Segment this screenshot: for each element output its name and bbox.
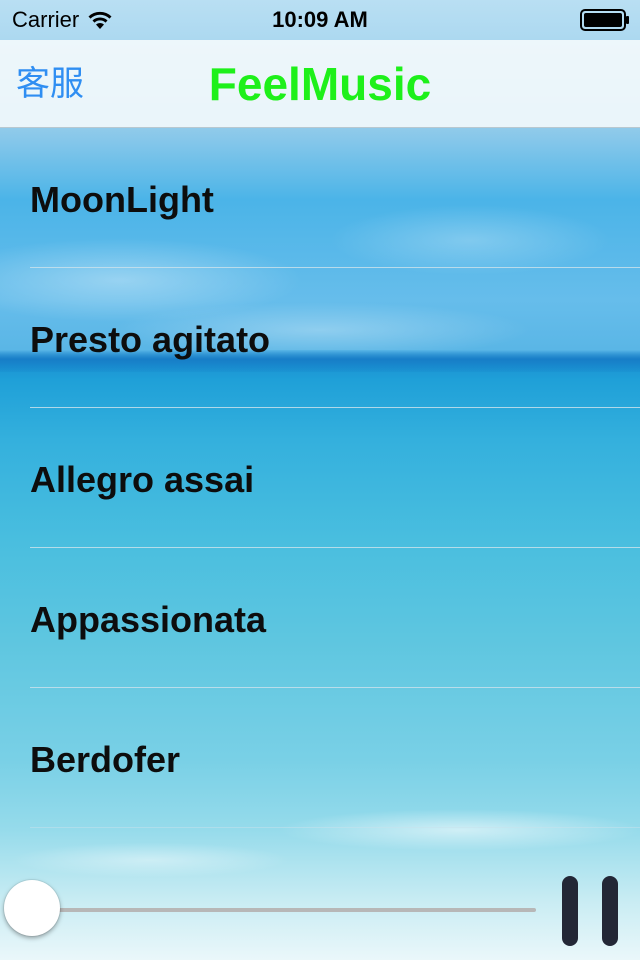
wifi-icon <box>87 10 113 30</box>
carrier-label: Carrier <box>12 7 80 32</box>
song-title: Appassionata <box>30 599 267 640</box>
song-title: Allegro assai <box>30 459 255 500</box>
song-title: MoonLight <box>30 179 214 220</box>
status-bar: Carrier 10:09 AM <box>0 0 640 40</box>
progress-slider-thumb[interactable] <box>4 880 60 936</box>
pause-button[interactable] <box>558 874 622 946</box>
song-row[interactable]: Appassionata <box>0 548 640 688</box>
nav-bar: 客服 FeelMusic <box>0 40 640 128</box>
progress-slider[interactable] <box>30 908 536 912</box>
status-left: Carrier <box>12 7 113 33</box>
song-row[interactable]: Allegro assai <box>0 408 640 548</box>
battery-icon <box>580 9 630 31</box>
song-list: MoonLight Presto agitato Allegro assai Appa… <box>0 128 640 828</box>
song-title: Presto agitato <box>30 319 271 360</box>
pause-icon-bar <box>602 876 618 946</box>
player-bar <box>0 870 640 950</box>
pause-icon <box>562 876 578 946</box>
song-title: Berdofer <box>30 739 181 780</box>
song-row[interactable]: MoonLight <box>0 128 640 268</box>
song-row[interactable]: Berdofer <box>0 688 640 828</box>
app-title: FeelMusic <box>208 58 432 110</box>
song-row[interactable]: Presto agitato <box>0 268 640 408</box>
